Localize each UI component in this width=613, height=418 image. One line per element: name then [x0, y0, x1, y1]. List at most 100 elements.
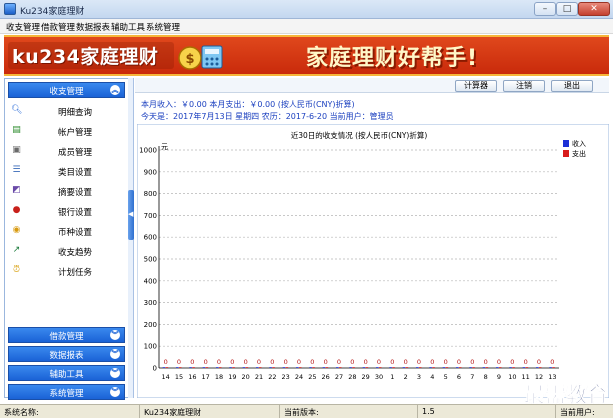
bar-expense — [205, 367, 209, 368]
chart-title: 近30日的收支情况 (按人民币(CNY)折算) — [291, 130, 428, 140]
chevron-up-icon: ︽ — [110, 85, 120, 95]
sidebar-collapse-toggle[interactable]: ◀ — [128, 190, 134, 240]
data-label: 0 — [204, 358, 208, 366]
sidebar-group-label: 数据报表 — [49, 351, 84, 361]
toolbar: 计算器 注销 退出 — [135, 78, 609, 93]
sidebar-item-qushi[interactable]: ↗ 收支趋势 — [8, 242, 125, 262]
data-label: 0 — [350, 358, 354, 366]
x-tick-label: 28 — [348, 373, 356, 381]
y-tick-label: 800 — [144, 190, 157, 198]
chevron-left-icon: ◀ — [128, 210, 134, 218]
x-tick-label: 21 — [255, 373, 263, 381]
data-label: 0 — [337, 358, 341, 366]
sidebar-item-zhanghu[interactable]: ▤ 帐户管理 — [8, 122, 125, 142]
bar-expense — [552, 367, 555, 368]
chevron-down-icon: ︾ — [110, 387, 120, 397]
logout-button[interactable]: 注销 — [503, 80, 545, 92]
bar-income — [216, 367, 219, 368]
x-tick-label: 8 — [484, 373, 488, 381]
exit-button[interactable]: 退出 — [551, 80, 593, 92]
status-system-name-label: 系统名称: — [0, 405, 140, 418]
data-label: 0 — [217, 358, 221, 366]
window-title: Ku234家庭理财 — [20, 7, 85, 17]
sidebar-group-fuzhu[interactable]: 辅助工具 ︾ — [8, 365, 125, 381]
menu-jiekuan[interactable]: 借款管理 — [41, 21, 75, 33]
menu-fuzhu[interactable]: 辅助工具 — [111, 21, 145, 33]
bar-expense — [352, 367, 355, 368]
x-tick-label: 29 — [362, 373, 370, 381]
x-tick-label: 3 — [417, 373, 421, 381]
month-summary: 本月收入：￥0.00 本月支出：￥0.00 (按人民币(CNY)折算) — [141, 100, 355, 109]
minimize-button[interactable]: – — [534, 2, 556, 16]
sidebar-group-xitong[interactable]: 系统管理 ︾ — [8, 384, 125, 400]
data-label: 0 — [524, 358, 528, 366]
app-icon — [4, 3, 16, 15]
data-label: 0 — [244, 358, 248, 366]
y-tick-label: 200 — [144, 321, 157, 329]
menu-xitong[interactable]: 系统管理 — [146, 21, 180, 33]
data-label: 0 — [270, 358, 274, 366]
bar-expense — [445, 367, 449, 368]
bar-income — [469, 367, 472, 368]
bar-income — [522, 367, 526, 368]
sidebar-item-label: 摘要设置 — [58, 188, 93, 198]
sidebar-item-jihua[interactable]: ⏰︎ 计划任务 — [8, 262, 125, 282]
legend-swatch — [563, 150, 569, 157]
sidebar-item-mingxi[interactable]: 🔍︎ 明细查询 — [8, 102, 125, 122]
bar-expense — [499, 367, 502, 368]
bar-income — [402, 367, 406, 368]
category-icon: ☰ — [12, 165, 21, 175]
bar-income — [482, 367, 486, 368]
data-label: 0 — [230, 358, 234, 366]
legend-label: 支出 — [572, 149, 586, 158]
bar-expense — [312, 367, 315, 368]
bar-expense — [432, 367, 435, 368]
bar-income — [162, 367, 166, 368]
x-tick-label: 16 — [188, 373, 196, 381]
sidebar-item-chengyuan[interactable]: ▣ 成员管理 — [8, 142, 125, 162]
bar-expense — [245, 367, 249, 368]
bar-income — [189, 367, 192, 368]
y-tick-label: 1000 — [139, 147, 157, 155]
sidebar-item-yinhang[interactable]: ● 银行设置 — [8, 202, 125, 222]
sidebar-item-leimu[interactable]: ☰ 类目设置 — [8, 162, 125, 182]
clock-icon: ⏰︎ — [12, 265, 21, 275]
x-tick-label: 18 — [215, 373, 223, 381]
sidebar-item-label: 成员管理 — [58, 148, 93, 158]
sidebar-item-label: 收支趋势 — [58, 248, 93, 258]
close-button[interactable]: ✕ — [578, 2, 610, 16]
summary-icon: ◩ — [12, 185, 21, 195]
sidebar-item-label: 帐户管理 — [58, 128, 93, 138]
bar-expense — [192, 367, 195, 368]
y-axis-label: 元 — [161, 143, 168, 151]
calculator-button[interactable]: 计算器 — [455, 80, 497, 92]
bar-income — [309, 367, 312, 368]
bar-expense — [285, 367, 289, 368]
y-tick-label: 900 — [144, 168, 157, 176]
bar-expense — [512, 367, 515, 368]
data-label: 0 — [484, 358, 488, 366]
bar-expense — [179, 367, 182, 368]
maximize-button[interactable]: □ — [556, 2, 578, 16]
bar-expense — [325, 367, 329, 368]
sidebar-item-bizhong[interactable]: ◉ 币种设置 — [8, 222, 125, 242]
status-version-label: 当前版本: — [280, 405, 418, 418]
sidebar-group-baobiao[interactable]: 数据报表 ︾ — [8, 346, 125, 362]
data-label: 0 — [377, 358, 381, 366]
data-label: 0 — [430, 358, 434, 366]
menu-shouzhi[interactable]: 收支管理 — [6, 21, 40, 33]
x-tick-label: 23 — [282, 373, 290, 381]
bar-expense — [272, 367, 275, 368]
sidebar-group-jiekuan[interactable]: 借款管理 ︾ — [8, 327, 125, 343]
bar-expense — [232, 367, 235, 368]
svg-text:$: $ — [185, 52, 194, 67]
bar-income — [282, 367, 286, 368]
sidebar-item-zhaiyao[interactable]: ◩ 摘要设置 — [8, 182, 125, 202]
sidebar-group-shouzhi[interactable]: 收支管理 ︽ — [8, 82, 125, 98]
data-label: 0 — [457, 358, 461, 366]
menu-baobiao[interactable]: 数据报表 — [76, 21, 110, 33]
data-label: 0 — [164, 358, 168, 366]
data-label: 0 — [510, 358, 514, 366]
bar-income — [336, 367, 339, 368]
bar-expense — [405, 367, 409, 368]
